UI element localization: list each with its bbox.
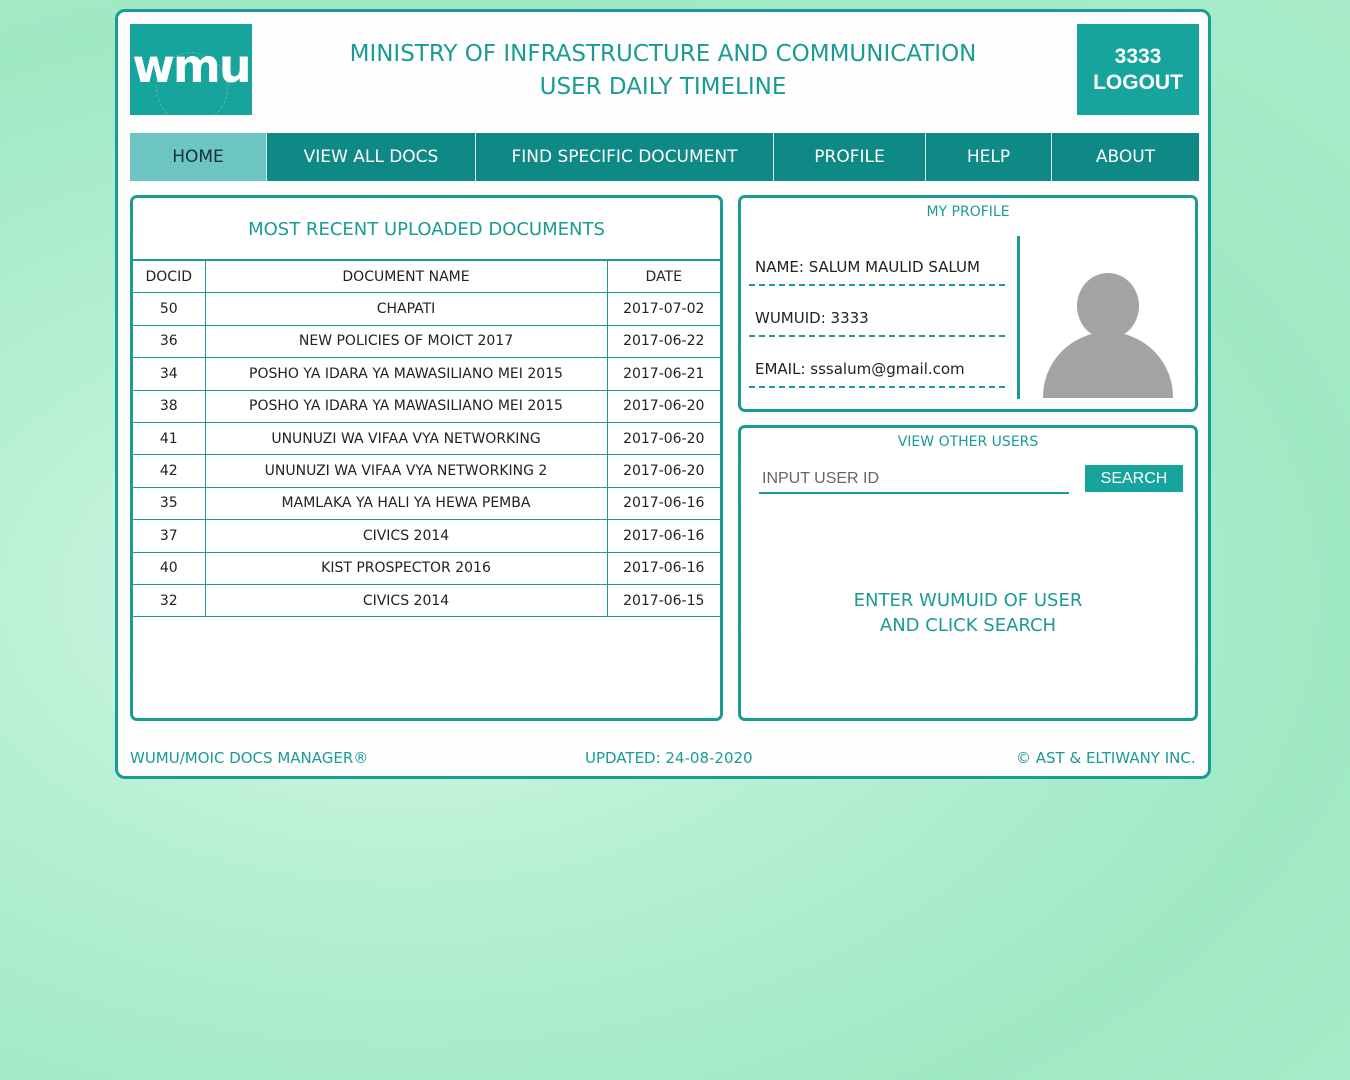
column-header-date: DATE bbox=[606, 259, 720, 294]
cell-document-name[interactable]: CIVICS 2014 bbox=[204, 519, 608, 553]
cell-document-name[interactable]: MAMLAKA YA HALI YA HEWA PEMBA bbox=[204, 486, 608, 521]
ministry-title: MINISTRY OF INFRASTRUCTURE AND COMMUNICA… bbox=[349, 41, 977, 67]
column-header-docid: DOCID bbox=[133, 259, 206, 294]
profile-divider bbox=[1017, 236, 1020, 399]
user-id-input[interactable] bbox=[759, 466, 1069, 494]
table-row[interactable]: 37 CIVICS 2014 2017-06-16 bbox=[133, 519, 720, 553]
logout-label: LOGOUT bbox=[1093, 71, 1183, 94]
search-button[interactable]: SEARCH bbox=[1085, 465, 1183, 492]
view-other-users-panel: VIEW OTHER USERS SEARCH ENTER WUMUID OF … bbox=[738, 425, 1198, 721]
table-row[interactable]: 32 CIVICS 2014 2017-06-15 bbox=[133, 583, 720, 618]
cell-docid: 36 bbox=[133, 324, 206, 359]
cell-date: 2017-06-15 bbox=[606, 583, 720, 618]
recent-documents-title: MOST RECENT UPLOADED DOCUMENTS bbox=[133, 198, 720, 260]
cell-date: 2017-06-16 bbox=[606, 551, 720, 585]
cell-docid: 37 bbox=[133, 519, 206, 553]
table-header-row: DOCID DOCUMENT NAME DATE bbox=[133, 259, 720, 294]
cell-date: 2017-06-22 bbox=[606, 324, 720, 359]
profile-wumuid: WUMUID: 3333 bbox=[749, 309, 1005, 337]
table-row[interactable]: 38 POSHO YA IDARA YA MAWASILIANO MEI 2015… bbox=[133, 389, 720, 423]
table-row[interactable]: 42 UNUNUZI WA VIFAA VYA NETWORKING 2 2017-… bbox=[133, 454, 720, 488]
profile-name: NAME: SALUM MAULID SALUM bbox=[749, 258, 1005, 286]
logout-button[interactable]: 3333 LOGOUT bbox=[1077, 24, 1199, 115]
cell-document-name[interactable]: UNUNUZI WA VIFAA VYA NETWORKING bbox=[204, 421, 608, 456]
nav-find-specific-document[interactable]: FIND SPECIFIC DOCUMENT bbox=[476, 133, 774, 181]
cell-docid: 35 bbox=[133, 486, 206, 521]
user-silhouette-icon bbox=[1041, 268, 1175, 398]
my-profile-title: MY PROFILE bbox=[926, 204, 1010, 220]
avatar-body-shape bbox=[1043, 332, 1173, 398]
cell-date: 2017-06-20 bbox=[606, 389, 720, 423]
cell-date: 2017-06-16 bbox=[606, 486, 720, 521]
cell-docid: 34 bbox=[133, 357, 206, 391]
cell-docid: 41 bbox=[133, 421, 206, 456]
page-header: MINISTRY OF INFRASTRUCTURE AND COMMUNICA… bbox=[258, 38, 1068, 104]
search-hint-text: ENTER WUMUID OF USER AND CLICK SEARCH bbox=[853, 590, 1083, 636]
wmu-logo[interactable]: wmu bbox=[130, 24, 252, 115]
table-row[interactable]: 50 CHAPATI 2017-07-02 bbox=[133, 292, 720, 326]
nav-help[interactable]: HELP bbox=[926, 133, 1052, 181]
cell-document-name[interactable]: NEW POLICIES OF MOICT 2017 bbox=[204, 324, 608, 359]
documents-table: DOCID DOCUMENT NAME DATE 50 CHAPATI 2017-0… bbox=[133, 259, 720, 618]
nav-view-all-docs[interactable]: VIEW ALL DOCS bbox=[267, 133, 476, 181]
table-row[interactable]: 36 NEW POLICIES OF MOICT 2017 2017-06-22 bbox=[133, 324, 720, 359]
column-header-document-name: DOCUMENT NAME bbox=[204, 259, 608, 294]
cell-date: 2017-06-21 bbox=[606, 357, 720, 391]
cell-document-name[interactable]: CIVICS 2014 bbox=[204, 583, 608, 618]
cell-document-name[interactable]: KIST PROSPECTOR 2016 bbox=[204, 551, 608, 585]
cell-date: 2017-07-02 bbox=[606, 292, 720, 326]
cell-date: 2017-06-20 bbox=[606, 421, 720, 456]
my-profile-panel: MY PROFILE NAME: SALUM MAULID SALUM WUMU… bbox=[738, 195, 1198, 412]
footer-product-name: WUMU/MOIC DOCS MANAGER® bbox=[130, 749, 369, 767]
cell-date: 2017-06-16 bbox=[606, 519, 720, 553]
table-row[interactable]: 35 MAMLAKA YA HALI YA HEWA PEMBA 2017-06-1… bbox=[133, 486, 720, 521]
footer-copyright: © AST & ELTIWANY INC. bbox=[1016, 749, 1196, 767]
timeline-subtitle: USER DAILY TIMELINE bbox=[539, 74, 787, 100]
cell-document-name[interactable]: POSHO YA IDARA YA MAWASILIANO MEI 2015 bbox=[204, 357, 608, 391]
cell-document-name[interactable]: CHAPATI bbox=[204, 292, 608, 326]
view-other-users-title: VIEW OTHER USERS bbox=[897, 434, 1039, 450]
logo-ring-decoration bbox=[156, 52, 228, 115]
table-row[interactable]: 40 KIST PROSPECTOR 2016 2017-06-16 bbox=[133, 551, 720, 585]
cell-docid: 42 bbox=[133, 454, 206, 488]
nav-profile[interactable]: PROFILE bbox=[774, 133, 926, 181]
main-nav: HOME VIEW ALL DOCS FIND SPECIFIC DOCUMEN… bbox=[130, 133, 1199, 181]
footer-updated-date: UPDATED: 24-08-2020 bbox=[585, 749, 753, 767]
table-row[interactable]: 34 POSHO YA IDARA YA MAWASILIANO MEI 2015… bbox=[133, 357, 720, 391]
cell-docid: 38 bbox=[133, 389, 206, 423]
nav-about[interactable]: ABOUT bbox=[1052, 133, 1199, 181]
avatar-head-shape bbox=[1077, 273, 1139, 339]
cell-date: 2017-06-20 bbox=[606, 454, 720, 488]
nav-home[interactable]: HOME bbox=[130, 133, 267, 181]
profile-email: EMAIL: sssalum@gmail.com bbox=[749, 360, 1005, 388]
cell-docid: 32 bbox=[133, 583, 206, 618]
table-row[interactable]: 41 UNUNUZI WA VIFAA VYA NETWORKING 2017-06… bbox=[133, 421, 720, 456]
user-id-label: 3333 bbox=[1114, 45, 1162, 68]
recent-documents-panel: MOST RECENT UPLOADED DOCUMENTS DOCID DOC… bbox=[130, 195, 723, 721]
main-frame: wmu MINISTRY OF INFRASTRUCTURE AND COMMU… bbox=[115, 9, 1211, 779]
cell-docid: 50 bbox=[133, 292, 206, 326]
cell-document-name[interactable]: UNUNUZI WA VIFAA VYA NETWORKING 2 bbox=[204, 454, 608, 488]
cell-docid: 40 bbox=[133, 551, 206, 585]
cell-document-name[interactable]: POSHO YA IDARA YA MAWASILIANO MEI 2015 bbox=[204, 389, 608, 423]
